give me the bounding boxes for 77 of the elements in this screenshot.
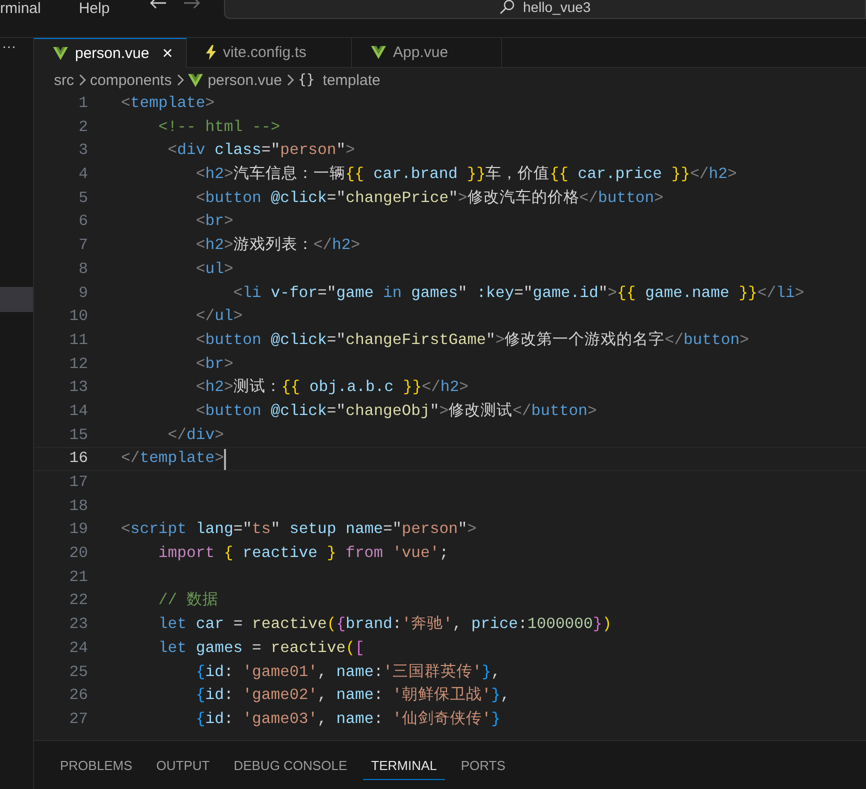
code-line: <li v-for="game in games" :key="game.id">{{ game.name }}</li> <box>232 282 804 304</box>
code-line: <button @click="changePrice">修改汽车的价格</button> <box>194 188 664 209</box>
vue-logo-icon <box>188 74 203 86</box>
lightning-bolt-icon <box>206 45 216 60</box>
line-number: 26 <box>68 685 88 706</box>
line-number: 20 <box>68 543 88 564</box>
chevron-icon <box>78 74 86 86</box>
panel-tab[interactable]: DEBUG CONSOLE <box>226 750 356 780</box>
code-line: let car = reactive({brand:'奔驰', price:1000000}) <box>157 614 612 636</box>
line-number: 27 <box>68 708 88 730</box>
line-number: 23 <box>68 614 88 636</box>
line-number: 10 <box>68 306 88 328</box>
code-line: let games = reactive([ <box>157 638 364 659</box>
code-line: {id: 'game02', name: '朝鲜保卫战'}, <box>194 685 510 706</box>
vue-logo-icon <box>53 47 68 60</box>
line-number: 11 <box>68 330 88 351</box>
more-actions-icon[interactable]: ··· <box>0 38 33 68</box>
code-line: <button @click="changeObj">修改测试</button> <box>194 400 597 422</box>
code-line: <template> <box>121 93 215 114</box>
code-line: <div class="person"> <box>166 140 355 162</box>
text-cursor <box>224 448 226 470</box>
menu-item[interactable]: rminal <box>0 0 41 18</box>
code-line: // 数据 <box>157 590 219 612</box>
code-line: {id: 'game03', name: '仙剑奇侠传'} <box>194 708 500 730</box>
search-field[interactable]: hello_vue3 <box>224 0 866 19</box>
back-arrow-icon[interactable] <box>148 0 168 10</box>
panel-tab[interactable]: OUTPUT <box>148 750 218 780</box>
line-number: 25 <box>68 662 88 682</box>
chevron-icon <box>176 74 184 86</box>
search-icon <box>498 0 515 15</box>
breadcrumb-item[interactable]: components <box>90 72 172 88</box>
line-number: 8 <box>78 258 88 280</box>
line-number: 17 <box>68 472 88 493</box>
code-line: <button @click="changeFirstGame">修改第一个游戏的名字</button> <box>194 330 749 351</box>
line-number: 14 <box>68 400 88 422</box>
breadcrumb-item[interactable]: person.vue <box>188 72 282 88</box>
line-number: 16 <box>68 448 88 470</box>
line-number: 18 <box>68 496 88 517</box>
code-line: </template> <box>121 448 224 470</box>
line-number: 22 <box>68 590 88 612</box>
code-line: <ul> <box>194 258 234 280</box>
breadcrumb-item[interactable]: src <box>54 72 74 88</box>
chevron-icon <box>286 74 294 86</box>
code-line: {id: 'game01', name:'三国群英传'}, <box>194 662 500 682</box>
code-line: <script lang="ts" setup name="person"> <box>121 519 477 540</box>
line-number: 24 <box>68 638 88 659</box>
line-number: 9 <box>78 282 88 304</box>
code-line: </div> <box>166 424 224 446</box>
line-number: 1 <box>78 93 88 114</box>
code-line: <!-- html --> <box>157 116 280 138</box>
panel-tab[interactable]: TERMINAL <box>363 750 445 780</box>
line-number: 19 <box>68 519 88 540</box>
line-number: 21 <box>68 566 88 588</box>
panel-tab[interactable]: PROBLEMS <box>52 750 140 780</box>
code-line: </ul> <box>194 306 243 328</box>
close-icon[interactable]: × <box>162 43 173 64</box>
line-number: 13 <box>68 377 88 398</box>
line-number: 4 <box>78 164 88 186</box>
editor-tab[interactable]: person.vue × <box>34 38 187 68</box>
line-number: 5 <box>78 188 88 209</box>
code-line: <br> <box>194 354 234 375</box>
panel-tab[interactable]: PORTS <box>452 750 514 780</box>
line-number: 6 <box>78 211 88 232</box>
line-number: 2 <box>78 116 88 138</box>
line-number: 12 <box>68 354 88 375</box>
code-line: <br> <box>194 211 234 232</box>
code-line: <h2>汽车信息：一辆{{ car.brand }}车，价值{{ car.price }}</h2> <box>194 164 737 186</box>
line-number: 7 <box>78 235 88 256</box>
line-number: 3 <box>78 140 88 162</box>
menu-item[interactable]: Help <box>78 0 110 18</box>
code-line: <h2>游戏列表：</h2> <box>194 235 360 256</box>
line-number: 15 <box>68 424 88 446</box>
forward-arrow-icon[interactable] <box>182 0 202 10</box>
code-line: import { reactive } from 'vue'; <box>157 543 449 564</box>
code-line: <h2>测试：{{ obj.a.b.c }}</h2> <box>194 377 468 398</box>
breadcrumb-item[interactable]: {} template <box>298 72 380 88</box>
vue-logo-icon <box>371 46 386 59</box>
